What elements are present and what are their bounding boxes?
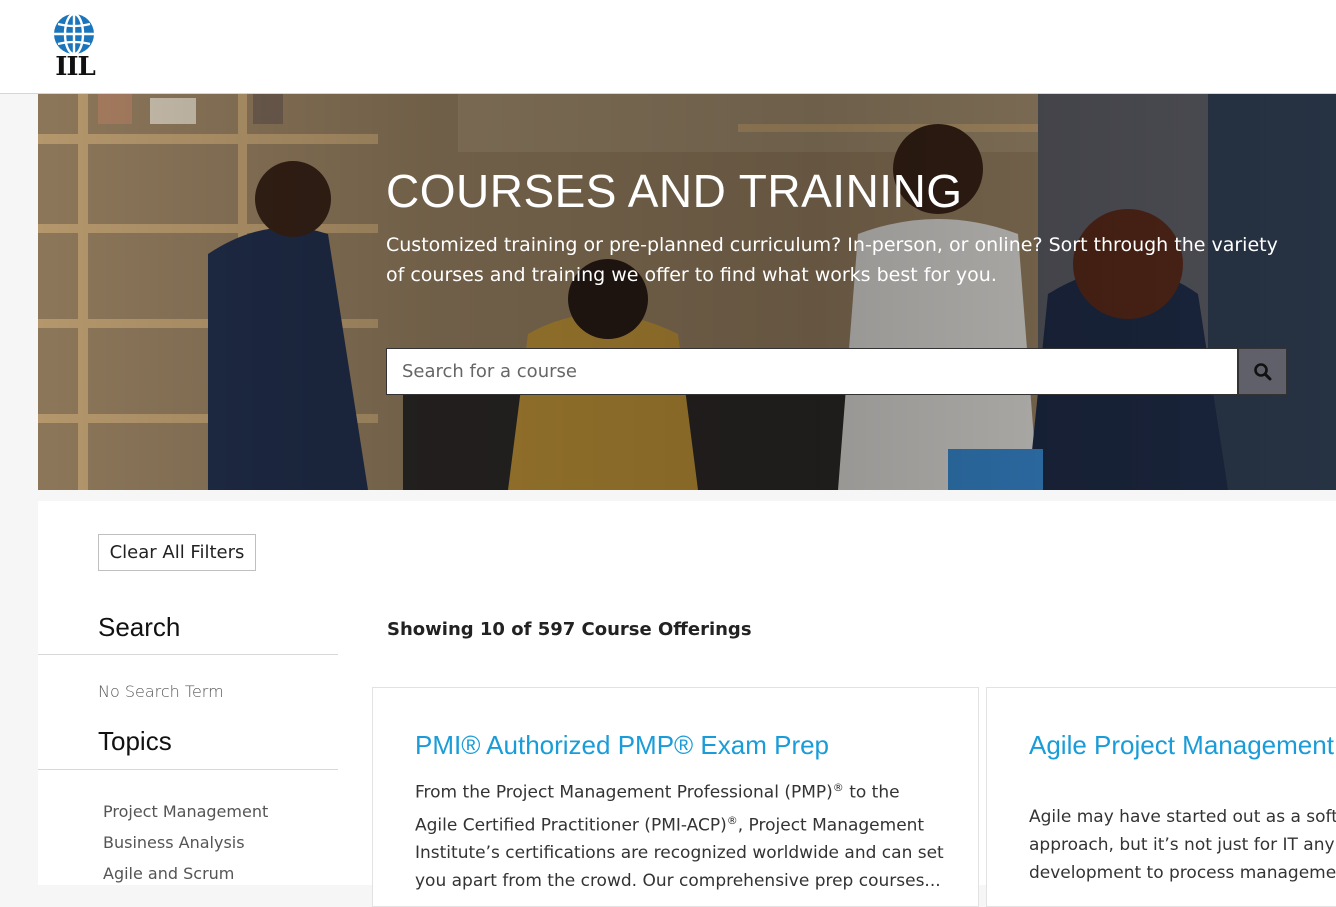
divider — [38, 769, 338, 770]
course-card-description: From the Project Management Professional… — [415, 781, 944, 892]
search-button[interactable] — [1238, 348, 1287, 395]
search-icon — [1253, 362, 1271, 380]
course-card-description: Agile may have started out as a software… — [1029, 807, 1336, 883]
page-title: COURSES AND TRAINING — [386, 165, 963, 217]
clear-all-filters-button[interactable]: Clear All Filters — [98, 534, 256, 571]
site-header: IIL — [0, 0, 1336, 94]
results-count: Showing 10 of 597 Course Offerings — [387, 619, 752, 640]
site-logo[interactable]: IIL — [38, 12, 112, 82]
course-card[interactable]: Agile Project Management Foundation Agil… — [986, 687, 1336, 907]
topics-filter-heading: Topics — [98, 726, 172, 756]
divider — [38, 654, 338, 655]
course-card[interactable]: PMI® Authorized PMP® Exam Prep From the … — [372, 687, 979, 907]
topic-item-project-management[interactable]: Project Management — [103, 796, 268, 827]
search-term-value: No Search Term — [98, 682, 224, 701]
hero-banner: COURSES AND TRAINING Customized training… — [38, 94, 1336, 490]
search-filter-heading: Search — [98, 612, 181, 642]
topic-item-business-analysis[interactable]: Business Analysis — [103, 827, 268, 858]
search-input[interactable] — [387, 349, 1237, 394]
hero-subtitle: Customized training or pre-planned curri… — [386, 234, 1278, 286]
course-card-title[interactable]: PMI® Authorized PMP® Exam Prep — [415, 730, 978, 760]
course-card-title[interactable]: Agile Project Management Foundation — [1029, 730, 1336, 760]
globe-icon — [54, 12, 94, 56]
topic-item-agile-and-scrum[interactable]: Agile and Scrum — [103, 858, 268, 889]
logo-text: IIL — [55, 52, 96, 82]
course-search-field[interactable] — [386, 348, 1238, 395]
topics-list: Project Management Business Analysis Agi… — [103, 796, 268, 889]
course-listing: Clear All Filters Search No Search Term … — [38, 501, 1336, 907]
hero-overlay — [38, 94, 1336, 490]
